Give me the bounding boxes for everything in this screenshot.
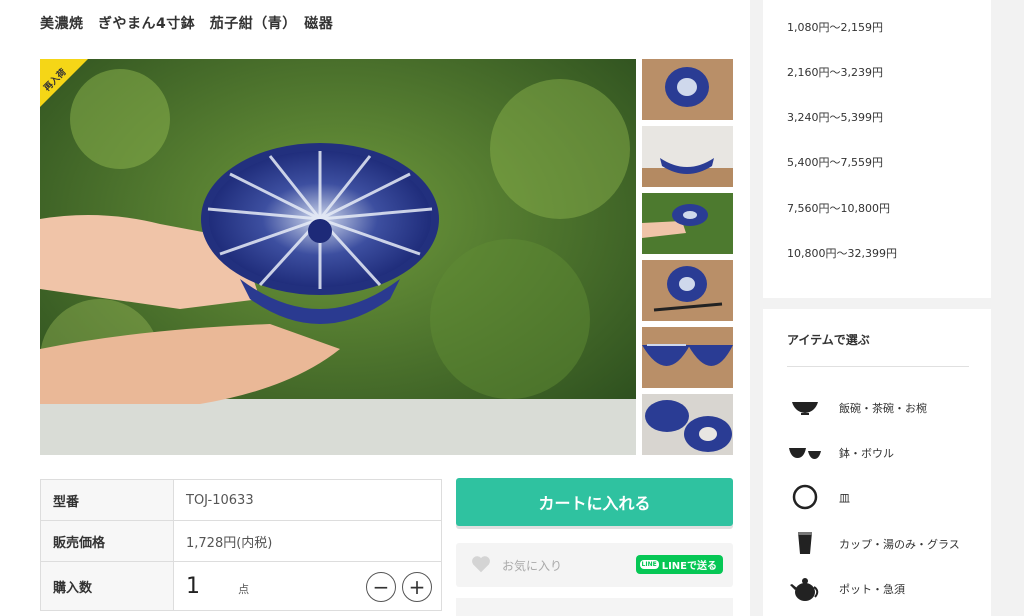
table-row: 型番 TOJ-10633 bbox=[40, 479, 442, 521]
row-label-price: 販売価格 bbox=[40, 520, 174, 562]
price-range-panel: 1,080円〜2,159円 2,160円〜3,239円 3,240円〜5,399… bbox=[763, 0, 991, 298]
thumbnail-3[interactable] bbox=[640, 191, 735, 256]
next-action-bar bbox=[456, 598, 733, 616]
price-range-link-4[interactable]: 5,400円〜7,559円 bbox=[787, 154, 883, 170]
thumbnail-5[interactable] bbox=[642, 327, 733, 388]
product-main-image[interactable]: 再入荷 bbox=[40, 59, 636, 455]
thumbnail-6[interactable] bbox=[642, 394, 733, 455]
category-label: 鉢・ボウル bbox=[839, 447, 894, 460]
category-rice-bowl[interactable]: 飯碗・茶碗・お椀 bbox=[787, 392, 977, 422]
favorite-button[interactable]: お気に入り bbox=[502, 557, 562, 574]
quantity-minus-button[interactable]: − bbox=[366, 572, 396, 602]
teapot-icon bbox=[787, 573, 823, 603]
category-teapot[interactable]: ポット・急須 bbox=[787, 573, 977, 603]
cup-icon bbox=[787, 528, 823, 558]
price-range-link-2[interactable]: 2,160円〜3,239円 bbox=[787, 64, 883, 80]
thumbnail-1[interactable] bbox=[642, 59, 733, 120]
quantity-plus-button[interactable]: + bbox=[402, 572, 432, 602]
rice-bowl-icon bbox=[787, 392, 823, 422]
add-to-cart-button[interactable]: カートに入れる bbox=[456, 478, 733, 526]
category-label: 飯碗・茶碗・お椀 bbox=[839, 402, 927, 415]
quantity-input[interactable]: 1 bbox=[186, 574, 200, 599]
item-category-title: アイテムで選ぶ bbox=[787, 333, 870, 347]
price-range-link-6[interactable]: 10,800円〜32,399円 bbox=[787, 245, 897, 261]
category-label: カップ・湯のみ・グラス bbox=[839, 538, 960, 551]
category-cup[interactable]: カップ・湯のみ・グラス bbox=[787, 528, 977, 558]
divider bbox=[787, 366, 969, 367]
quantity-unit: 点 bbox=[238, 582, 250, 596]
thumbnail-list bbox=[640, 59, 735, 461]
product-info-table: 型番 TOJ-10633 販売価格 1,728円(内税) 購入数 1 点 − + bbox=[40, 479, 442, 611]
price-range-link-1[interactable]: 1,080円〜2,159円 bbox=[787, 19, 883, 35]
thumbnail-2[interactable] bbox=[642, 126, 733, 187]
category-bowls[interactable]: 鉢・ボウル bbox=[787, 437, 977, 467]
line-icon: LINE bbox=[639, 560, 659, 569]
category-label: ポット・急須 bbox=[839, 583, 905, 596]
quantity-cell: 1 点 − + bbox=[173, 561, 442, 611]
product-title: 美濃焼 ぎやまん4寸鉢 茄子紺（青） 磁器 bbox=[40, 16, 334, 32]
category-plate[interactable]: 皿 bbox=[787, 482, 977, 512]
bowls-icon bbox=[787, 437, 823, 467]
favorite-bar: お気に入り LINE LINEで送る bbox=[456, 543, 733, 587]
table-row: 販売価格 1,728円(内税) bbox=[40, 520, 442, 562]
line-share-label: LINEで送る bbox=[661, 561, 717, 572]
product-main: 美濃焼 ぎやまん4寸鉢 茄子紺（青） 磁器 再入荷 型番 TOJ-10633 販… bbox=[0, 0, 750, 616]
line-share-button[interactable]: LINE LINEで送る bbox=[635, 555, 723, 574]
bowl-photo bbox=[40, 59, 636, 455]
row-label-quantity: 購入数 bbox=[40, 561, 174, 611]
table-row: 購入数 1 点 − + bbox=[40, 561, 442, 611]
row-label-model: 型番 bbox=[40, 479, 174, 521]
plate-icon bbox=[787, 482, 823, 512]
category-label: 皿 bbox=[839, 492, 850, 505]
thumbnail-4[interactable] bbox=[642, 260, 733, 321]
item-category-panel: アイテムで選ぶ 飯碗・茶碗・お椀 鉢・ボウル 皿 カップ・湯のみ・グラス ポット… bbox=[763, 309, 991, 616]
price-range-link-3[interactable]: 3,240円〜5,399円 bbox=[787, 109, 883, 125]
price-range-link-5[interactable]: 7,560円〜10,800円 bbox=[787, 200, 890, 216]
sale-price: 1,728円(内税) bbox=[173, 520, 442, 562]
heart-icon[interactable] bbox=[470, 553, 492, 575]
model-number: TOJ-10633 bbox=[173, 479, 442, 521]
